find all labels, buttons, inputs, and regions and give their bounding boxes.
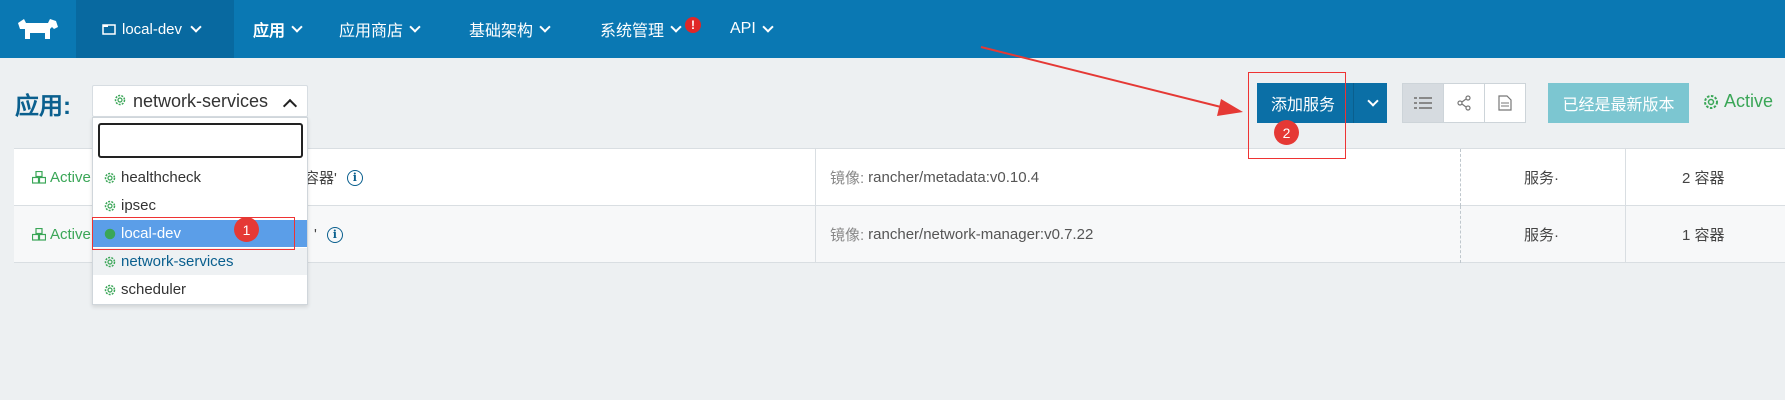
- annotation-arrow: [980, 46, 1243, 116]
